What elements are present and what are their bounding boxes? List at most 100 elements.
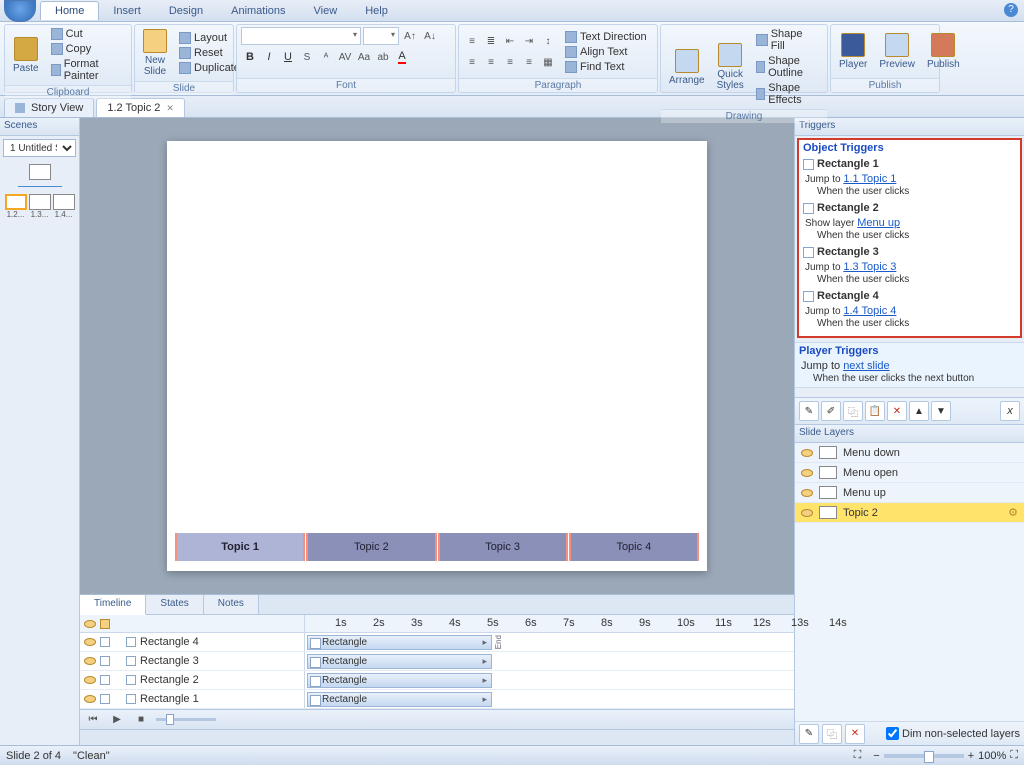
menu-home[interactable]: Home [40, 1, 99, 20]
trigger-action[interactable]: Jump to 1.4 Topic 4 [799, 304, 1020, 318]
trigger-link[interactable]: next slide [843, 360, 889, 372]
bold-icon[interactable]: B [241, 48, 259, 66]
tl-rewind-icon[interactable]: ⏮ [84, 711, 102, 729]
bullets-icon[interactable]: ≡ [463, 32, 481, 50]
arrange-button[interactable]: Arrange [665, 47, 709, 88]
tab-notes[interactable]: Notes [204, 595, 259, 614]
eye-icon[interactable] [84, 657, 96, 665]
format-painter-button[interactable]: Format Painter [47, 57, 127, 83]
eye-icon[interactable] [84, 620, 96, 628]
trigger-object[interactable]: Rectangle 3 [799, 244, 1020, 260]
copy-trigger-icon[interactable]: ⿻ [843, 401, 863, 421]
app-button[interactable] [4, 0, 36, 22]
shape-effects-button[interactable]: Shape Effects [752, 81, 823, 107]
text-direction-button[interactable]: Text Direction [561, 30, 651, 44]
timeline-bar[interactable]: Rectangle [307, 673, 492, 688]
trigger-object[interactable]: Rectangle 4 [799, 288, 1020, 304]
scene-select[interactable]: 1 Untitled S... [3, 139, 76, 157]
tab-states[interactable]: States [146, 595, 203, 614]
lock-checkbox[interactable] [100, 675, 110, 685]
eye-icon[interactable] [801, 489, 813, 497]
lock-checkbox[interactable] [100, 637, 110, 647]
timeline-bar[interactable]: Rectangle [307, 654, 492, 669]
publish-button[interactable]: Publish [923, 31, 964, 72]
align-center-icon[interactable]: ≡ [482, 53, 500, 71]
align-right-icon[interactable]: ≡ [501, 53, 519, 71]
lock-icon[interactable] [100, 619, 110, 629]
menu-insert[interactable]: Insert [99, 2, 155, 20]
new-layer-icon[interactable]: ✎ [799, 724, 819, 744]
fit-icon[interactable]: ⛶ [854, 749, 862, 762]
menu-view[interactable]: View [300, 2, 352, 20]
obj-checkbox[interactable] [126, 694, 136, 704]
new-trigger-icon[interactable]: ✎ [799, 401, 819, 421]
trigger-link[interactable]: 1.3 Topic 3 [843, 261, 896, 273]
help-icon[interactable]: ? [1004, 3, 1018, 17]
layout-button[interactable]: Layout [175, 31, 244, 45]
dup-layer-icon[interactable]: ⿻ [822, 724, 842, 744]
shape-fill-button[interactable]: Shape Fill [752, 27, 823, 53]
menu-help[interactable]: Help [351, 2, 402, 20]
slide-thumb[interactable] [53, 194, 75, 210]
horizontal-scrollbar[interactable] [80, 729, 794, 745]
spacing-icon[interactable]: AV [336, 48, 354, 66]
align-left-icon[interactable]: ≡ [463, 53, 481, 71]
trigger-action[interactable]: Jump to next slide [795, 359, 1024, 373]
trigger-object[interactable]: Rectangle 2 [799, 200, 1020, 216]
trigger-link[interactable]: 1.4 Topic 4 [843, 305, 896, 317]
slide-thumb[interactable] [29, 164, 51, 180]
layer-row[interactable]: Menu down [795, 443, 1024, 463]
duplicate-button[interactable]: Duplicate [175, 61, 244, 75]
player-button[interactable]: Player [835, 31, 871, 72]
obj-checkbox[interactable] [126, 637, 136, 647]
topic-button-4[interactable]: Topic 4 [569, 533, 699, 561]
eye-icon[interactable] [801, 449, 813, 457]
shrink-font-icon[interactable]: A↓ [421, 27, 439, 45]
lock-checkbox[interactable] [100, 656, 110, 666]
close-tab-icon[interactable]: ✕ [166, 103, 174, 114]
menu-design[interactable]: Design [155, 2, 217, 20]
align-text-button[interactable]: Align Text [561, 45, 651, 59]
linespace-icon[interactable]: ↕ [539, 32, 557, 50]
zoom-in-icon[interactable]: + [968, 750, 974, 762]
variables-icon[interactable]: x [1000, 401, 1020, 421]
del-layer-icon[interactable]: ✕ [845, 724, 865, 744]
paste-button[interactable]: Paste [9, 35, 43, 76]
timeline-row[interactable]: Rectangle 2Rectangle [80, 671, 794, 690]
gear-icon[interactable]: ⚙ [1008, 506, 1018, 519]
underline-icon[interactable]: U [279, 48, 297, 66]
timeline-row[interactable]: Rectangle 3Rectangle [80, 652, 794, 671]
eye-icon[interactable] [801, 469, 813, 477]
eye-icon[interactable] [84, 638, 96, 646]
zoom-out-icon[interactable]: − [873, 750, 879, 762]
tl-play-icon[interactable]: ▶ [108, 711, 126, 729]
delete-trigger-icon[interactable]: ✕ [887, 401, 907, 421]
trigger-link[interactable]: Menu up [857, 217, 900, 229]
reset-button[interactable]: Reset [175, 46, 244, 60]
layer-row[interactable]: Topic 2⚙ [795, 503, 1024, 523]
shadow-icon[interactable]: ᴬ [317, 48, 335, 66]
zoom-value[interactable]: 100% [978, 750, 1006, 762]
cut-button[interactable]: Cut [47, 27, 127, 41]
zoom-fit-icon[interactable]: ⛶ [1010, 749, 1018, 762]
eye-icon[interactable] [801, 509, 813, 517]
font-color-icon[interactable]: A [393, 48, 411, 66]
tab-current-slide[interactable]: 1.2 Topic 2✕ [96, 98, 185, 117]
new-slide-button[interactable]: New Slide [139, 27, 171, 79]
tl-zoom-slider[interactable] [156, 718, 216, 721]
copy-button[interactable]: Copy [47, 42, 127, 56]
slide-canvas[interactable]: Topic 1 Topic 2 Topic 3 Topic 4 [167, 141, 707, 571]
trigger-action[interactable]: Show layer Menu up [799, 216, 1020, 230]
menu-animations[interactable]: Animations [217, 2, 299, 20]
trigger-object[interactable]: Rectangle 1 [799, 156, 1020, 172]
eye-icon[interactable] [84, 695, 96, 703]
trigger-link[interactable]: 1.1 Topic 1 [843, 173, 896, 185]
timeline-row[interactable]: Rectangle 1Rectangle [80, 690, 794, 709]
edit-trigger-icon[interactable]: ✐ [821, 401, 841, 421]
outdent-icon[interactable]: ⇤ [501, 32, 519, 50]
dim-layers-checkbox[interactable] [886, 727, 899, 740]
quick-styles-button[interactable]: Quick Styles [713, 41, 748, 93]
shape-outline-button[interactable]: Shape Outline [752, 54, 823, 80]
font-family-select[interactable] [241, 27, 361, 45]
tl-stop-icon[interactable]: ■ [132, 711, 150, 729]
